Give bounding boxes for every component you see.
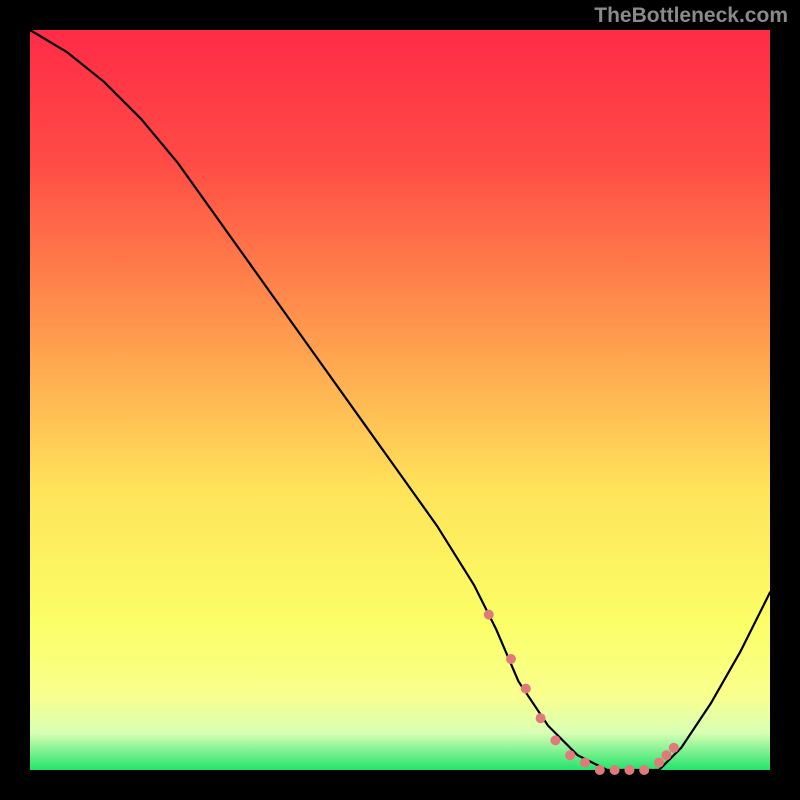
highlight-marker: [484, 610, 494, 620]
highlight-marker: [610, 765, 620, 775]
highlight-marker: [550, 735, 560, 745]
highlight-marker: [506, 654, 516, 664]
highlight-marker: [536, 713, 546, 723]
watermark-text: TheBottleneck.com: [594, 4, 788, 28]
chart-container: { "watermark": "TheBottleneck.com", "plo…: [0, 0, 800, 800]
highlight-marker: [580, 758, 590, 768]
gradient-background: [30, 30, 770, 770]
bottleneck-chart: [0, 0, 800, 800]
highlight-marker: [654, 758, 664, 768]
highlight-marker: [661, 750, 671, 760]
highlight-marker: [521, 684, 531, 694]
highlight-marker: [639, 765, 649, 775]
highlight-marker: [565, 750, 575, 760]
highlight-marker: [669, 743, 679, 753]
highlight-marker: [595, 765, 605, 775]
highlight-marker: [624, 765, 634, 775]
